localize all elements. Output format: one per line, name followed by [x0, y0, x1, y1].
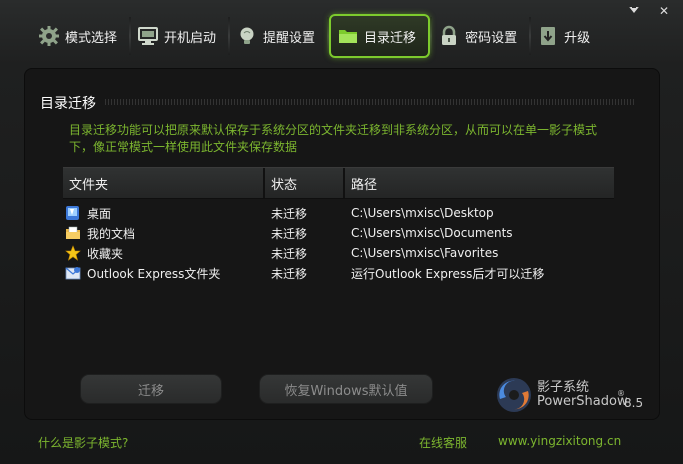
folder-name: 我的文档	[87, 226, 136, 241]
table-row[interactable]: 桌面 未迁移 C:\Users\mxisc\Desktop	[63, 203, 614, 223]
status-cell: 未迁移	[271, 246, 308, 261]
outlook-icon	[65, 265, 81, 281]
folder-cell: Outlook Express文件夹	[63, 265, 265, 282]
lightbulb-icon	[236, 25, 258, 47]
tab-label: 密码设置	[465, 30, 518, 46]
restore-defaults-button[interactable]: 恢复Windows默认值	[259, 374, 433, 404]
table-row[interactable]: 我的文档 未迁移 C:\Users\mxisc\Documents	[63, 223, 614, 243]
path-cell: C:\Users\mxisc\Desktop	[351, 206, 494, 220]
title-divider	[105, 99, 635, 105]
tab-bar: 模式选择 开机启动 提醒设置 目录迁移 密码设置 升级	[32, 14, 602, 58]
folder-cell: 我的文档	[63, 225, 265, 242]
folder-cell: 桌面	[63, 205, 265, 222]
column-header-path[interactable]: 路径	[345, 168, 614, 198]
folder-cell: 收藏夹	[63, 245, 265, 262]
tab-label: 目录迁移	[364, 30, 417, 46]
online-service-link[interactable]: 在线客服	[419, 434, 467, 451]
path-cell: C:\Users\mxisc\Favorites	[351, 246, 499, 260]
status-cell: 未迁移	[271, 266, 308, 281]
what-is-shadow-mode-link[interactable]: 什么是影子模式?	[38, 434, 128, 451]
close-button[interactable]: ✕	[657, 4, 671, 18]
tab-password[interactable]: 密码设置	[432, 14, 529, 58]
window-controls: ✕	[627, 4, 671, 18]
column-header-status[interactable]: 状态	[265, 168, 345, 198]
tab-startup[interactable]: 开机启动	[131, 14, 228, 58]
migrate-button[interactable]: 迁移	[80, 374, 222, 404]
main-panel: 目录迁移 目录迁移功能可以把原来默认保存于系统分区的文件夹迁移到非系统分区，从而…	[24, 68, 660, 420]
table-body: 桌面 未迁移 C:\Users\mxisc\Desktop 我的文档 未迁移 C…	[63, 199, 614, 283]
folder-name: 收藏夹	[87, 246, 124, 261]
website-link[interactable]: www.yingzixitong.cn	[498, 434, 621, 448]
path-cell: 运行Outlook Express后才可以迁移	[351, 266, 545, 281]
star-icon	[65, 245, 81, 261]
logo-name: 影子系统	[537, 380, 590, 395]
desktop-icon	[65, 205, 81, 221]
folder-icon	[337, 25, 359, 47]
table-row[interactable]: 收藏夹 未迁移 C:\Users\mxisc\Favorites	[63, 243, 614, 263]
status-cell: 未迁移	[271, 226, 308, 241]
tab-label: 升级	[564, 30, 591, 46]
table-header: 文件夹 状态 路径	[63, 167, 614, 199]
app-window: ✕ 模式选择 开机启动 提醒设置 目录迁移 密码设置 升级 目录迁移 目录迁移功…	[0, 0, 683, 464]
tab-directory-migration[interactable]: 目录迁移	[329, 14, 431, 58]
folder-name: Outlook Express文件夹	[87, 266, 221, 281]
tab-reminder[interactable]: 提醒设置	[230, 14, 327, 58]
menu-icon	[629, 7, 639, 13]
column-header-folder[interactable]: 文件夹	[63, 168, 265, 198]
documents-icon	[65, 225, 81, 241]
status-cell: 未迁移	[271, 206, 308, 221]
panel-description: 目录迁移功能可以把原来默认保存于系统分区的文件夹迁移到非系统分区，从而可以在单一…	[69, 123, 598, 154]
download-icon	[537, 25, 559, 47]
tab-upgrade[interactable]: 升级	[531, 14, 602, 58]
path-cell: C:\Users\mxisc\Documents	[351, 226, 513, 240]
product-logo: 影子系统 PowerShadow ® 8.5	[494, 375, 654, 417]
folder-table: 文件夹 状态 路径 桌面 未迁移 C:\Users\mxisc\Desktop …	[63, 167, 614, 283]
folder-name: 桌面	[87, 206, 112, 221]
logo-english: PowerShadow	[537, 394, 628, 409]
lock-icon	[438, 25, 460, 47]
tab-mode-select[interactable]: 模式选择	[32, 14, 129, 58]
close-icon: ✕	[658, 4, 670, 18]
gear-icon	[38, 25, 60, 47]
tab-label: 提醒设置	[263, 30, 316, 46]
table-row[interactable]: Outlook Express文件夹 未迁移 运行Outlook Express…	[63, 263, 614, 283]
menu-button[interactable]	[627, 4, 641, 18]
logo-version: 8.5	[624, 396, 644, 410]
tab-label: 模式选择	[65, 30, 118, 46]
panel-title: 目录迁移	[40, 96, 96, 112]
monitor-icon	[137, 25, 159, 47]
tab-label: 开机启动	[164, 30, 217, 46]
logo-mark-icon	[497, 378, 531, 412]
